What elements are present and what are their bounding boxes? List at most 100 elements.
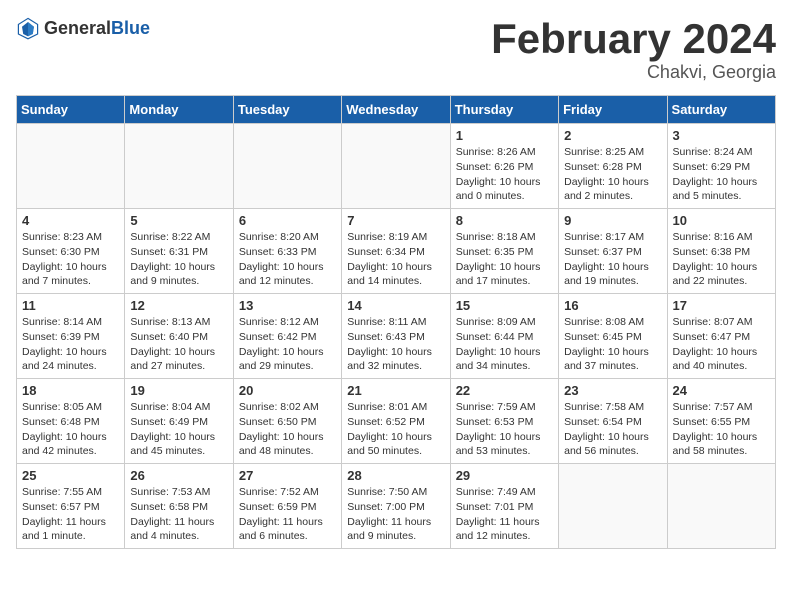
calendar-cell: 4 Sunrise: 8:23 AMSunset: 6:30 PMDaylight…: [17, 209, 125, 294]
logo: GeneralBlue: [16, 16, 150, 40]
logo-icon: [16, 16, 40, 40]
day-info: Sunrise: 8:01 AMSunset: 6:52 PMDaylight:…: [347, 400, 444, 459]
logo-text: GeneralBlue: [44, 18, 150, 39]
calendar-cell: 15Sunrise: 8:09 AMSunset: 6:44 PMDayligh…: [450, 294, 558, 379]
calendar-cell: [233, 124, 341, 209]
day-number: 25: [22, 468, 119, 483]
week-row-2: 4 Sunrise: 8:23 AMSunset: 6:30 PMDaylight…: [17, 209, 776, 294]
day-info: Sunrise: 7:59 AMSunset: 6:53 PMDaylight:…: [456, 400, 553, 459]
calendar-cell: [17, 124, 125, 209]
day-info: Sunrise: 7:52 AMSunset: 6:59 PMDaylight:…: [239, 485, 336, 544]
day-info: Sunrise: 8:11 AMSunset: 6:43 PMDaylight:…: [347, 315, 444, 374]
day-info: Sunrise: 8:12 AMSunset: 6:42 PMDaylight:…: [239, 315, 336, 374]
calendar-cell: 18 Sunrise: 8:05 AMSunset: 6:48 PMDayligh…: [17, 379, 125, 464]
day-info: Sunrise: 7:49 AMSunset: 7:01 PMDaylight:…: [456, 485, 553, 544]
calendar-cell: 28 Sunrise: 7:50 AMSunset: 7:00 PMDayligh…: [342, 464, 450, 549]
day-number: 18: [22, 383, 119, 398]
day-number: 8: [456, 213, 553, 228]
day-info: Sunrise: 8:22 AMSunset: 6:31 PMDaylight:…: [130, 230, 227, 289]
calendar-cell: 22 Sunrise: 7:59 AMSunset: 6:53 PMDayligh…: [450, 379, 558, 464]
calendar-cell: [667, 464, 775, 549]
calendar-cell: 21 Sunrise: 8:01 AMSunset: 6:52 PMDayligh…: [342, 379, 450, 464]
calendar-cell: 6 Sunrise: 8:20 AMSunset: 6:33 PMDaylight…: [233, 209, 341, 294]
day-number: 24: [673, 383, 770, 398]
calendar-cell: 7 Sunrise: 8:19 AMSunset: 6:34 PMDaylight…: [342, 209, 450, 294]
calendar-cell: 2 Sunrise: 8:25 AMSunset: 6:28 PMDaylight…: [559, 124, 667, 209]
day-number: 10: [673, 213, 770, 228]
calendar-cell: 24Sunrise: 7:57 AMSunset: 6:55 PMDayligh…: [667, 379, 775, 464]
calendar-cell: 14 Sunrise: 8:11 AMSunset: 6:43 PMDayligh…: [342, 294, 450, 379]
day-number: 5: [130, 213, 227, 228]
day-number: 28: [347, 468, 444, 483]
day-info: Sunrise: 8:19 AMSunset: 6:34 PMDaylight:…: [347, 230, 444, 289]
calendar-cell: 27 Sunrise: 7:52 AMSunset: 6:59 PMDayligh…: [233, 464, 341, 549]
calendar-cell: 26 Sunrise: 7:53 AMSunset: 6:58 PMDayligh…: [125, 464, 233, 549]
day-number: 4: [22, 213, 119, 228]
calendar-cell: [559, 464, 667, 549]
day-info: Sunrise: 7:58 AMSunset: 6:54 PMDaylight:…: [564, 400, 661, 459]
day-info: Sunrise: 7:53 AMSunset: 6:58 PMDaylight:…: [130, 485, 227, 544]
weekday-header-row: SundayMondayTuesdayWednesdayThursdayFrid…: [17, 96, 776, 124]
day-number: 21: [347, 383, 444, 398]
day-number: 27: [239, 468, 336, 483]
calendar-table: SundayMondayTuesdayWednesdayThursdayFrid…: [16, 95, 776, 549]
day-number: 1: [456, 128, 553, 143]
day-number: 20: [239, 383, 336, 398]
day-number: 9: [564, 213, 661, 228]
day-number: 19: [130, 383, 227, 398]
week-row-5: 25Sunrise: 7:55 AMSunset: 6:57 PMDayligh…: [17, 464, 776, 549]
day-number: 16: [564, 298, 661, 313]
logo-blue: Blue: [111, 18, 150, 38]
day-number: 3: [673, 128, 770, 143]
calendar-cell: [125, 124, 233, 209]
day-number: 13: [239, 298, 336, 313]
day-number: 6: [239, 213, 336, 228]
day-number: 26: [130, 468, 227, 483]
day-info: Sunrise: 8:20 AMSunset: 6:33 PMDaylight:…: [239, 230, 336, 289]
day-info: Sunrise: 7:50 AMSunset: 7:00 PMDaylight:…: [347, 485, 444, 544]
day-info: Sunrise: 8:13 AMSunset: 6:40 PMDaylight:…: [130, 315, 227, 374]
weekday-header-thursday: Thursday: [450, 96, 558, 124]
page-header: GeneralBlue February 2024 Chakvi, Georgi…: [16, 16, 776, 83]
calendar-cell: 23 Sunrise: 7:58 AMSunset: 6:54 PMDayligh…: [559, 379, 667, 464]
day-number: 12: [130, 298, 227, 313]
day-info: Sunrise: 8:17 AMSunset: 6:37 PMDaylight:…: [564, 230, 661, 289]
day-number: 22: [456, 383, 553, 398]
day-info: Sunrise: 8:04 AMSunset: 6:49 PMDaylight:…: [130, 400, 227, 459]
day-info: Sunrise: 8:05 AMSunset: 6:48 PMDaylight:…: [22, 400, 119, 459]
calendar-cell: 19 Sunrise: 8:04 AMSunset: 6:49 PMDayligh…: [125, 379, 233, 464]
calendar-cell: 1Sunrise: 8:26 AMSunset: 6:26 PMDaylight…: [450, 124, 558, 209]
day-info: Sunrise: 8:02 AMSunset: 6:50 PMDaylight:…: [239, 400, 336, 459]
calendar-cell: 3Sunrise: 8:24 AMSunset: 6:29 PMDaylight…: [667, 124, 775, 209]
weekday-header-tuesday: Tuesday: [233, 96, 341, 124]
calendar-cell: 5 Sunrise: 8:22 AMSunset: 6:31 PMDaylight…: [125, 209, 233, 294]
weekday-header-sunday: Sunday: [17, 96, 125, 124]
calendar-cell: 16Sunrise: 8:08 AMSunset: 6:45 PMDayligh…: [559, 294, 667, 379]
day-info: Sunrise: 8:07 AMSunset: 6:47 PMDaylight:…: [673, 315, 770, 374]
day-info: Sunrise: 8:25 AMSunset: 6:28 PMDaylight:…: [564, 145, 661, 204]
calendar-cell: 9 Sunrise: 8:17 AMSunset: 6:37 PMDaylight…: [559, 209, 667, 294]
calendar-cell: 8 Sunrise: 8:18 AMSunset: 6:35 PMDaylight…: [450, 209, 558, 294]
day-number: 11: [22, 298, 119, 313]
logo-general: General: [44, 18, 111, 38]
weekday-header-friday: Friday: [559, 96, 667, 124]
title-block: February 2024 Chakvi, Georgia: [491, 16, 776, 83]
calendar-cell: 29Sunrise: 7:49 AMSunset: 7:01 PMDayligh…: [450, 464, 558, 549]
day-number: 14: [347, 298, 444, 313]
day-number: 2: [564, 128, 661, 143]
day-info: Sunrise: 8:23 AMSunset: 6:30 PMDaylight:…: [22, 230, 119, 289]
weekday-header-wednesday: Wednesday: [342, 96, 450, 124]
day-info: Sunrise: 8:14 AMSunset: 6:39 PMDaylight:…: [22, 315, 119, 374]
day-info: Sunrise: 8:18 AMSunset: 6:35 PMDaylight:…: [456, 230, 553, 289]
week-row-1: 1Sunrise: 8:26 AMSunset: 6:26 PMDaylight…: [17, 124, 776, 209]
calendar-cell: [342, 124, 450, 209]
calendar-cell: 10 Sunrise: 8:16 AMSunset: 6:38 PMDayligh…: [667, 209, 775, 294]
calendar-cell: 13 Sunrise: 8:12 AMSunset: 6:42 PMDayligh…: [233, 294, 341, 379]
calendar-cell: 25Sunrise: 7:55 AMSunset: 6:57 PMDayligh…: [17, 464, 125, 549]
calendar-cell: 20 Sunrise: 8:02 AMSunset: 6:50 PMDayligh…: [233, 379, 341, 464]
day-number: 7: [347, 213, 444, 228]
day-number: 23: [564, 383, 661, 398]
day-info: Sunrise: 8:16 AMSunset: 6:38 PMDaylight:…: [673, 230, 770, 289]
calendar-cell: 12 Sunrise: 8:13 AMSunset: 6:40 PMDayligh…: [125, 294, 233, 379]
calendar-cell: 17Sunrise: 8:07 AMSunset: 6:47 PMDayligh…: [667, 294, 775, 379]
